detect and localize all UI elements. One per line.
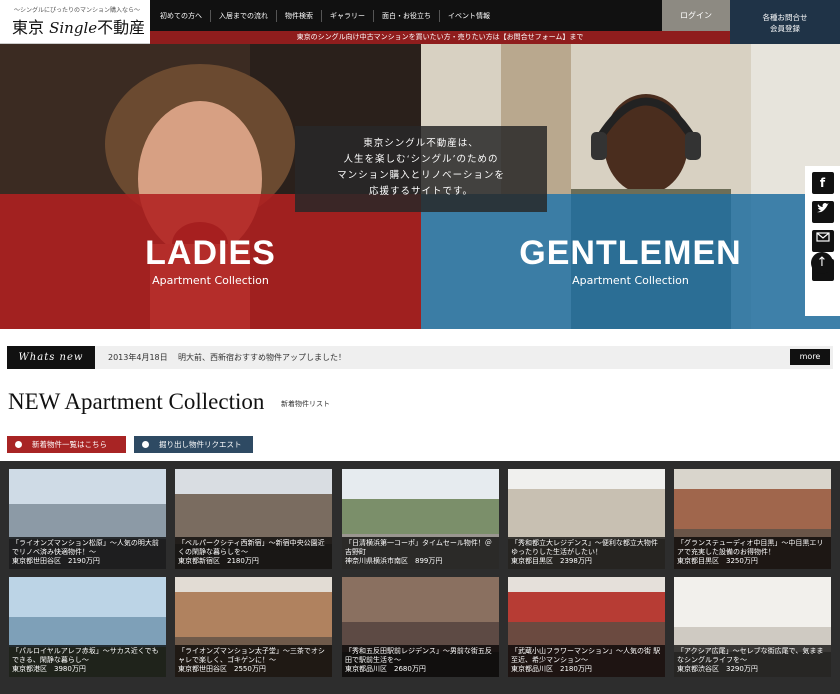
listing-area-price: 東京都目黒区 2398万円 <box>511 557 592 565</box>
news-bar: Whats new 2013年4月18日 明大前、西新宿おすすめ物件アップしまし… <box>7 346 833 369</box>
gentlemen-subtitle: Apartment Collection <box>572 274 689 287</box>
listing-area-price: 東京都新宿区 2180万円 <box>178 557 259 565</box>
listing-title: 「日清横浜第一コーポ」タイムセール物件！＠吉野町 <box>345 539 492 556</box>
listing-card[interactable]: 「グランステューディオ中目黒」〜中目黒エリアで充実した設備のお得物件！ 東京都目黒… <box>674 469 831 569</box>
nav-useful[interactable]: 面白・お役立ち <box>374 9 440 22</box>
request-label: 掘り出し物件リクエスト <box>159 440 242 449</box>
listing-grid: 「ライオンズマンション松原」〜人気の明大前でリノベ済み快適物件！〜 東京都世田谷区… <box>0 461 840 694</box>
register-label: 会員登録 <box>770 24 800 33</box>
listing-card[interactable]: 「秀和都立大レジデンス」〜便利な都立大物件 ゆったりした生活がしたい！ 東京都目黒… <box>508 469 665 569</box>
logo-name: 東京 Single不動産 <box>12 14 145 38</box>
new-listings-button[interactable]: 新着物件一覧はこちら <box>7 436 126 453</box>
promo-banner[interactable]: 東京のシングル向け中古マンションを買いたい方・売りたい方は【お問合せフォーム】ま… <box>150 31 730 44</box>
bullet-icon <box>15 441 22 448</box>
logo-name-a: 東京 <box>12 18 45 37</box>
listing-area-price: 東京都品川区 2180万円 <box>511 665 592 673</box>
listing-caption: 「武蔵小山フラワーマンション」〜人気の街 駅至近、希少マンション〜 東京都品川区 … <box>508 645 665 677</box>
nav-events[interactable]: イベント情報 <box>440 10 498 22</box>
listing-caption: 「グランステューディオ中目黒」〜中目黒エリアで充実した設備のお得物件！ 東京都目黒… <box>674 537 831 569</box>
listing-caption: 「秀和都立大レジデンス」〜便利な都立大物件 ゆったりした生活がしたい！ 東京都目黒… <box>508 537 665 569</box>
nav-gallery[interactable]: ギャラリー <box>322 9 374 22</box>
listing-caption: 「ライオンズマンション松原」〜人気の明大前でリノベ済み快適物件！〜 東京都世田谷区… <box>9 537 166 569</box>
ladies-subtitle: Apartment Collection <box>152 274 269 287</box>
site-logo[interactable]: 〜シングルにぴったりのマンション購入なら〜 東京 Single不動産 <box>0 0 150 44</box>
listing-card[interactable]: 「ライオンズマンション太子堂」〜三茶でオシャレで楽しく、ゴキゲンに！〜 東京都世田… <box>175 577 332 677</box>
logo-name-c: 不動産 <box>97 18 146 37</box>
caption-line: マンション購入とリノベーションを <box>337 170 505 181</box>
listing-area-price: 東京都目黒区 3250万円 <box>677 557 758 565</box>
news-more-button[interactable]: more <box>790 349 830 365</box>
contact-button[interactable]: 各種お問合せ 会員登録 <box>730 0 840 44</box>
page-top-arrow-icon[interactable]: ↑ <box>811 252 833 274</box>
twitter-icon[interactable] <box>811 201 834 223</box>
nav-flow[interactable]: 入居までの流れ <box>211 9 277 22</box>
listing-caption: 「ライオンズマンション太子堂」〜三茶でオシャレで楽しく、ゴキゲンに！〜 東京都世田… <box>175 645 332 677</box>
gentlemen-title: GENTLEMEN <box>519 234 742 272</box>
facebook-icon[interactable]: f <box>811 172 834 194</box>
news-date: 2013年4月18日 <box>108 353 168 362</box>
listing-caption: 「ベルパークシティ西新宿」〜新宿中央公園近くの閑静な暮らしを〜 東京都新宿区 21… <box>175 537 332 569</box>
listing-card[interactable]: 「パルロイヤルアレフ赤坂」〜サカス近くでもできる、閑静な暮らし〜 東京都港区 39… <box>9 577 166 677</box>
listing-title: 「武蔵小山フラワーマンション」〜人気の街 駅至近、希少マンション〜 <box>511 647 661 664</box>
bullet-icon <box>142 441 149 448</box>
section-subtitle: 新着物件リスト <box>281 400 330 408</box>
hero: LADIES Apartment Collection GENTLEMEN Ap… <box>0 44 840 329</box>
listing-area-price: 東京都世田谷区 2190万円 <box>12 557 100 565</box>
logo-tagline: 〜シングルにぴったりのマンション購入なら〜 <box>14 7 141 14</box>
logo-name-b: Single <box>49 19 98 37</box>
listing-card[interactable]: 「武蔵小山フラワーマンション」〜人気の街 駅至近、希少マンション〜 東京都品川区 … <box>508 577 665 677</box>
contact-label: 各種お問合せ <box>762 13 808 22</box>
ladies-title: LADIES <box>145 234 276 272</box>
caption-line: 東京シングル不動産は、 <box>363 138 479 149</box>
listing-card[interactable]: 「ベルパークシティ西新宿」〜新宿中央公園近くの閑静な暮らしを〜 東京都新宿区 21… <box>175 469 332 569</box>
login-button[interactable]: ログイン <box>662 0 730 31</box>
nav-search[interactable]: 物件検索 <box>277 9 322 22</box>
listing-caption: 「パルロイヤルアレフ赤坂」〜サカス近くでもできる、閑静な暮らし〜 東京都港区 39… <box>9 645 166 677</box>
listing-title: 「ライオンズマンション太子堂」〜三茶でオシャレで楽しく、ゴキゲンに！〜 <box>178 647 325 664</box>
mail-icon[interactable] <box>811 230 834 252</box>
listing-card[interactable]: 「アクシア広尾」〜セレブな街広尾で、気ままなシングルライフを〜 東京都渋谷区 32… <box>674 577 831 677</box>
news-label: Whats new <box>7 346 95 369</box>
listing-caption: 「秀和五反田駅前レジデンス」〜男前な街五反田で駅前生活を〜 東京都品川区 2680… <box>342 645 499 677</box>
main-nav: 初めての方へ 入居までの流れ 物件検索 ギャラリー 面白・お役立ち イベント情報 <box>152 0 498 31</box>
section-title: NEW Apartment Collection <box>8 389 265 414</box>
social-bar: f <box>805 166 840 316</box>
listing-title: 「アクシア広尾」〜セレブな街広尾で、気ままなシングルライフを〜 <box>677 647 824 664</box>
caption-line: 人生を楽しむ‘シングル’のための <box>343 154 499 165</box>
request-button[interactable]: 掘り出し物件リクエスト <box>134 436 253 453</box>
listing-card[interactable]: 「ライオンズマンション松原」〜人気の明大前でリノベ済み快適物件！〜 東京都世田谷区… <box>9 469 166 569</box>
listing-title: 「パルロイヤルアレフ赤坂」〜サカス近くでもできる、閑静な暮らし〜 <box>12 647 159 664</box>
listing-caption: 「アクシア広尾」〜セレブな街広尾で、気ままなシングルライフを〜 東京都渋谷区 32… <box>674 645 831 677</box>
listing-card[interactable]: 「日清横浜第一コーポ」タイムセール物件！＠吉野町 神奈川県横浜市南区 899万円 <box>342 469 499 569</box>
listing-area-price: 東京都品川区 2680万円 <box>345 665 426 673</box>
caption-line: 応援するサイトです。 <box>368 186 474 197</box>
listing-title: 「秀和五反田駅前レジデンス」〜男前な街五反田で駅前生活を〜 <box>345 647 492 664</box>
listing-card[interactable]: 「秀和五反田駅前レジデンス」〜男前な街五反田で駅前生活を〜 東京都品川区 2680… <box>342 577 499 677</box>
listing-title: 「グランステューディオ中目黒」〜中目黒エリアで充実した設備のお得物件！ <box>677 539 824 556</box>
new-listings-label: 新着物件一覧はこちら <box>32 440 107 449</box>
listing-title: 「ベルパークシティ西新宿」〜新宿中央公園近くの閑静な暮らしを〜 <box>178 539 325 556</box>
listing-area-price: 東京都渋谷区 3290万円 <box>677 665 758 673</box>
hero-caption: 東京シングル不動産は、 人生を楽しむ‘シングル’のための マンション購入とリノベ… <box>295 126 547 212</box>
nav-beginners[interactable]: 初めての方へ <box>152 9 211 22</box>
listing-area-price: 東京都世田谷区 2550万円 <box>178 665 266 673</box>
listing-area-price: 神奈川県横浜市南区 899万円 <box>345 557 443 565</box>
news-text[interactable]: 明大前、西新宿おすすめ物件アップしました！ <box>178 346 346 369</box>
listing-title: 「秀和都立大レジデンス」〜便利な都立大物件 ゆったりした生活がしたい！ <box>511 539 665 556</box>
listing-area-price: 東京都港区 3980万円 <box>12 665 86 673</box>
listing-title: 「ライオンズマンション松原」〜人気の明大前でリノベ済み快適物件！〜 <box>12 539 159 556</box>
listing-caption: 「日清横浜第一コーポ」タイムセール物件！＠吉野町 神奈川県横浜市南区 899万円 <box>342 537 499 569</box>
